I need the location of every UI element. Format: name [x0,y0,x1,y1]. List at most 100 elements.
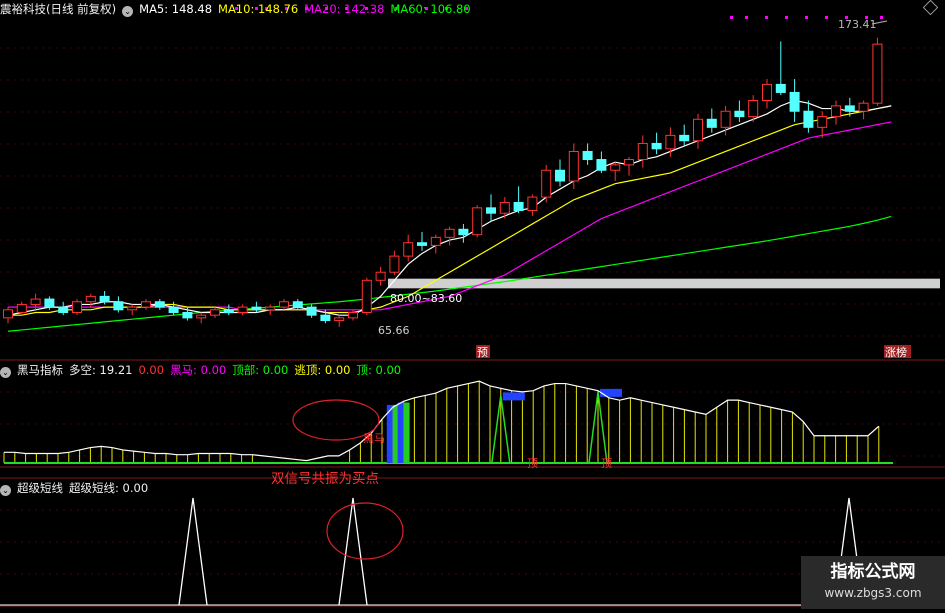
candle-60 [831,100,841,125]
candle-body-38 [527,196,538,212]
candle-6 [85,293,96,308]
dingbu-value: 顶部: 0.00 [232,363,289,377]
high-price-label: 173.41 [838,18,877,31]
heima-bar-blue-1 [397,402,404,463]
candle-body-50 [693,118,703,142]
grid-lines [0,47,945,607]
heima-settings-icon[interactable]: ⌄ [0,367,11,378]
candle-body-30 [417,242,427,246]
candle-44 [610,162,621,181]
stock-name[interactable]: 震裕科技(日线 前复权) [0,2,116,16]
candle-body-5 [72,301,82,313]
dot-marker-15 [785,16,788,19]
dot-marker-14 [765,16,768,19]
candle-9 [127,304,138,316]
ma5-value: MA5: 148.48 [139,2,213,16]
dot-marker-12 [730,16,733,19]
candle-17 [237,304,248,316]
chaoji-value: 超级短线: 0.00 [69,481,149,495]
candle-body-13 [182,311,193,319]
candle-body-19 [265,306,276,311]
candle-body-52 [720,110,731,128]
dot-marker-20 [880,16,883,19]
candle-body-49 [679,134,690,142]
candle-body-7 [99,295,110,303]
chaoji-settings-icon[interactable]: ⌄ [0,485,11,496]
candle-body-47 [651,142,662,150]
chart-stage[interactable]: 双信号共振为买点 黑马 顶 顶 173.41 65.66 80.00~83.60… [0,0,945,609]
candle-body-51 [706,118,717,128]
candle-body-43 [596,159,607,171]
candle-30 [417,231,427,251]
candle-body-17 [237,306,248,313]
dot-marker-13 [745,16,748,19]
candle-body-27 [375,271,386,281]
candle-body-10 [141,301,151,308]
heima-v1: 0.00 [138,363,165,377]
candle-18 [251,301,262,313]
candle-body-0 [3,309,13,319]
candle-28 [389,250,400,275]
heima-mark-label: 黑马 [363,432,385,445]
settings-circle-icon[interactable]: ⌄ [122,6,134,17]
candle-31 [430,234,441,254]
candle-body-20 [279,301,289,308]
candle-29 [403,234,414,262]
candle-47 [651,132,662,155]
ding-value: 顶: 0.00 [356,363,402,377]
candle-49 [679,124,690,147]
candle-body-56 [775,83,786,93]
candle-36 [499,197,510,219]
candle-57 [789,79,800,122]
candle-body-28 [389,255,400,273]
heima-name[interactable]: 黑马指标 [17,363,63,377]
taoding-value: 逃顶: 0.00 [294,363,351,377]
ding-blue-mark-1 [600,388,622,397]
candle-4 [58,301,69,316]
ma10-value: MA10: 148.76 [218,2,299,16]
candle-16 [223,304,234,316]
candle-53 [734,100,745,122]
candle-43 [596,151,607,173]
candle-body-31 [430,236,441,246]
candle-body-21 [292,301,303,308]
candle-19 [265,304,276,316]
candle-63 [872,37,883,106]
candle-46 [637,135,648,168]
candle-39 [541,164,552,203]
chaoji-panel-header: ⌄ 超级短线 超级短线: 0.00 [0,480,154,496]
candle-body-9 [127,306,138,311]
candle-body-25 [348,311,358,319]
low-price-label: 65.66 [378,324,410,337]
chaoji-name[interactable]: 超级短线 [17,481,63,495]
candle-body-23 [320,314,331,322]
candle-body-24 [334,317,345,322]
candle-body-57 [789,91,800,112]
ding-mark-2: 顶 [601,457,612,470]
candle-body-39 [541,169,552,198]
candle-body-22 [306,306,317,316]
candle-body-16 [223,309,234,313]
range-band-label: 80.00~83.60 [390,292,462,305]
watermark-url: www.zbgs3.com [824,586,922,600]
annotation-text: 双信号共振为买点 [271,471,379,487]
candle-26 [361,277,372,316]
duokong-value: 多空: 19.21 [69,363,133,377]
candle-body-12 [168,306,179,313]
candle-body-41 [568,150,579,182]
candle-body-59 [817,116,828,128]
candle-34 [472,205,483,238]
chaoji-spike-0 [178,497,208,606]
candle-14 [196,312,207,324]
candle-0 [3,307,13,324]
candle-24 [334,315,345,327]
chart-canvas[interactable]: 双信号共振为买点 黑马 顶 顶 173.41 65.66 80.00~83.60… [0,0,945,609]
candle-body-46 [637,142,648,161]
candle-22 [306,304,317,318]
candle-body-62 [858,102,869,112]
heima-indicator-layer [3,380,893,464]
heima-value: 黑马: 0.00 [170,363,227,377]
candle-55 [762,79,772,109]
candle-58 [803,100,814,133]
range-band [388,278,940,289]
